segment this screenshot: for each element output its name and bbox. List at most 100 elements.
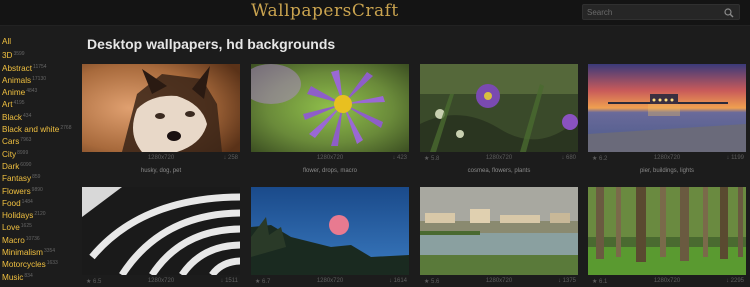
search-icon[interactable]	[724, 8, 734, 18]
sidebar-item-label: Dark	[2, 161, 20, 171]
sidebar-item-label: Motorcycles	[2, 260, 46, 270]
wallpaper-resolution: 1280x720	[316, 278, 344, 284]
sidebar-item-count: 859	[32, 174, 41, 181]
wallpaper-meta: ★ 6.1 1280x720 ↓ 2295	[588, 276, 746, 287]
husky-dog-thumbnail[interactable]	[82, 64, 240, 152]
sidebar-item-macro[interactable]: Macro10736	[2, 233, 78, 245]
sidebar-item-label: Flowers	[2, 186, 31, 196]
purple-flower-thumbnail[interactable]	[251, 64, 409, 152]
wallpaper-tags[interactable]: cosmea, flowers, plants	[420, 165, 578, 177]
wallpaper-downloads: ↓ 2295	[725, 278, 744, 284]
sidebar-item-count: 4195	[13, 100, 25, 107]
sidebar-item-count: 2768	[60, 125, 72, 132]
sidebar-item-count: 11754	[33, 63, 47, 70]
sidebar-item-minimalism[interactable]: Minimalism3354	[2, 245, 78, 257]
stairs-bw-thumbnail[interactable]	[82, 187, 240, 275]
sidebar-item-fantasy[interactable]: Fantasy859	[2, 171, 78, 183]
sidebar-item-count: 2120	[34, 211, 46, 218]
sidebar-item-label: All	[2, 37, 12, 46]
sidebar-item-music[interactable]: Music834	[2, 270, 78, 282]
sidebar-item-holidays[interactable]: Holidays2120	[2, 208, 78, 220]
sidebar-item-count: 10736	[25, 235, 40, 242]
wallpaper-downloads: ↓ 1511	[220, 278, 238, 284]
search-box[interactable]	[582, 4, 740, 20]
wallpaper-downloads: ↓ 423	[392, 155, 407, 161]
cosmea-flowers-thumbnail[interactable]	[420, 64, 578, 152]
sidebar-item-count: 1633	[46, 260, 58, 267]
sidebar-item-count: 1625	[20, 223, 32, 230]
sidebar-item-count: 17130	[32, 75, 47, 82]
sidebar-item-label: Cars	[2, 137, 20, 147]
lake-town-thumbnail[interactable]	[420, 187, 578, 275]
search-input[interactable]	[587, 6, 717, 19]
wallpaper-meta: 1280x720 ↓ 258	[82, 153, 240, 164]
forest-trees-thumbnail[interactable]	[588, 187, 746, 275]
wallpaper-resolution: 1280x720	[147, 278, 175, 284]
sidebar-item-dark[interactable]: Dark6090	[2, 159, 78, 171]
sidebar-item-abstract[interactable]: Abstract11754	[2, 61, 78, 73]
sidebar-item-label: Food	[2, 198, 21, 208]
sidebar-item-label: Macro	[2, 235, 25, 245]
sidebar-item-black[interactable]: Black434	[2, 110, 78, 122]
sidebar-item-flowers[interactable]: Flowers9890	[2, 184, 78, 196]
wallpaper-meta: ★ 6.2 1280x720 ↓ 1199	[588, 153, 746, 164]
sidebar-item-cars[interactable]: Cars7963	[2, 134, 78, 146]
download-count: 1511	[225, 278, 238, 284]
wallpaper-tags[interactable]: flower, drops, macro	[251, 165, 409, 177]
moon-forest-thumbnail[interactable]	[251, 187, 409, 275]
wallpaper-tags[interactable]: pier, buildings, lights	[588, 165, 746, 177]
sidebar-item-anime[interactable]: Anime4843	[2, 85, 78, 97]
download-count: 1375	[562, 278, 576, 284]
sidebar-item-label: Minimalism	[2, 248, 43, 258]
wallpaper-downloads: ↓ 1614	[388, 278, 407, 284]
sidebar-item-motorcycles[interactable]: Motorcycles1633	[2, 257, 78, 269]
wallpaper-meta: ★ 5.8 1280x720 ↓ 680	[420, 153, 578, 164]
sidebar-item-3d[interactable]: 3D3599	[2, 48, 78, 60]
wallpaper-tags[interactable]: husky, dog, pet	[82, 165, 240, 177]
sidebar-item-count: 3599	[13, 51, 25, 58]
download-count: 1199	[731, 155, 744, 161]
wallpaper-meta: 1280x720 ↓ 423	[251, 153, 409, 164]
sidebar-item-label: Black	[2, 112, 23, 122]
wallpaper-resolution: 1280x720	[147, 155, 175, 161]
page-title: Desktop wallpapers, hd backgrounds	[87, 36, 336, 52]
category-sidebar: All 3D3599 Abstract11754 Animals17130 An…	[2, 36, 78, 282]
sidebar-item-label: Anime	[2, 88, 26, 98]
header-bar: WallpapersCraft	[0, 0, 750, 26]
download-count: 2295	[730, 278, 744, 284]
download-count: 1614	[393, 278, 407, 284]
sidebar-item-count: 434	[23, 112, 32, 119]
wallpaper-downloads: ↓ 258	[223, 155, 238, 161]
sidebar-item-label: Black and white	[2, 125, 60, 135]
sidebar-item-all[interactable]: All	[2, 36, 78, 48]
sidebar-item-label: Music	[2, 272, 24, 282]
download-count: 423	[396, 155, 407, 161]
sidebar-item-label: Fantasy	[2, 174, 32, 184]
sidebar-item-city[interactable]: City8999	[2, 147, 78, 159]
sidebar-item-food[interactable]: Food1484	[2, 196, 78, 208]
site-logo[interactable]: WallpapersCraft	[251, 1, 399, 21]
sidebar-item-art[interactable]: Art4195	[2, 97, 78, 109]
sidebar-item-label: Love	[2, 223, 20, 233]
sidebar-item-count: 4843	[26, 88, 38, 95]
sidebar-item-label: City	[2, 149, 17, 159]
sidebar-item-love[interactable]: Love1625	[2, 220, 78, 232]
wallpaper-downloads: ↓ 680	[561, 155, 576, 161]
sidebar-item-count: 1484	[21, 198, 33, 205]
download-count: 258	[227, 155, 238, 161]
wallpaper-resolution: 1280x720	[485, 278, 513, 284]
sidebar-item-label: Holidays	[2, 211, 34, 221]
sidebar-item-label: 3D	[2, 51, 13, 61]
wallpaper-meta: ★ 6.5 1280x720 ↓ 1511	[82, 276, 240, 287]
wallpaper-resolution: 1280x720	[653, 155, 681, 161]
sidebar-item-label: Abstract	[2, 63, 33, 73]
wallpaper-resolution: 1280x720	[316, 155, 344, 161]
sidebar-item-animals[interactable]: Animals17130	[2, 73, 78, 85]
sidebar-item-count: 8999	[17, 149, 29, 156]
sidebar-item-black-and-white[interactable]: Black and white2768	[2, 122, 78, 134]
pier-sunset-thumbnail[interactable]	[588, 64, 746, 152]
sidebar-item-count: 9890	[31, 186, 43, 193]
sidebar-item-count: 6090	[20, 161, 32, 168]
wallpaper-meta: ★ 6.7 1280x720 ↓ 1614	[251, 276, 409, 287]
wallpaper-resolution: 1280x720	[485, 155, 513, 161]
